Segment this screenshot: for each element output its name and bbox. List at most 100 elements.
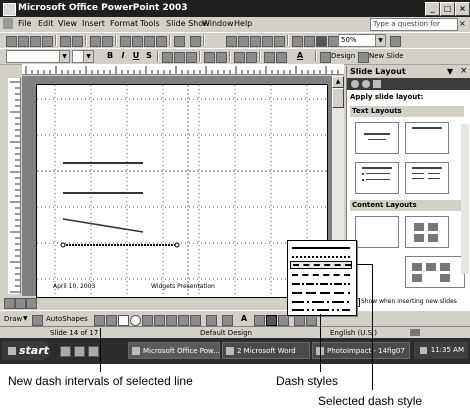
layout-content[interactable]	[405, 216, 449, 248]
layout-title-top[interactable]	[405, 122, 449, 154]
scroll-thumb[interactable]	[332, 88, 344, 108]
expand-all-icon[interactable]	[292, 36, 303, 47]
zoom-select[interactable]: 50% ▼	[338, 34, 386, 47]
oval-tool-icon[interactable]	[130, 315, 141, 326]
clip-art-icon[interactable]	[178, 315, 189, 326]
task-pane-scrollbar[interactable]	[461, 124, 469, 274]
decrease-indent-icon[interactable]	[264, 52, 275, 63]
menu-insert[interactable]: Insert	[82, 19, 105, 28]
line-color-icon[interactable]	[222, 315, 233, 326]
menu-tools[interactable]: Tools	[140, 19, 160, 28]
diagram-icon[interactable]	[274, 36, 285, 47]
layout-two-content[interactable]	[405, 256, 465, 288]
text-box-icon[interactable]	[142, 315, 153, 326]
menu-format[interactable]: Format	[110, 19, 138, 28]
layout-title-only[interactable]	[355, 122, 399, 154]
dash-style-solid[interactable]	[290, 244, 352, 252]
select-objects-icon[interactable]	[32, 315, 43, 326]
grid-icon[interactable]	[316, 36, 327, 47]
dash-style-icon[interactable]	[266, 315, 277, 326]
arrow-tool-icon[interactable]	[106, 315, 117, 326]
slide-sorter-icon[interactable]	[15, 298, 26, 309]
paste-icon[interactable]	[144, 36, 155, 47]
chevron-down-icon[interactable]: ▼	[59, 51, 69, 62]
new-slide-icon[interactable]	[358, 52, 369, 63]
chevron-down-icon[interactable]: ▼	[375, 35, 385, 46]
slide-canvas[interactable]: April 10, 2003 Widgets Presentation	[36, 84, 328, 298]
line-style-icon[interactable]	[254, 315, 265, 326]
spelling-icon[interactable]	[90, 36, 101, 47]
quick-launch-desktop-icon[interactable]	[74, 346, 85, 357]
insert-table-icon[interactable]	[238, 36, 249, 47]
chevron-down-icon[interactable]: ▼	[23, 315, 28, 322]
taskbar-item-powerpoint[interactable]: Microsoft Office Pow...	[128, 342, 220, 359]
research-icon[interactable]	[102, 36, 113, 47]
quick-launch-ie-icon[interactable]	[60, 346, 71, 357]
autoshapes-button[interactable]: AutoShapes	[46, 315, 88, 323]
layout-two-column[interactable]	[405, 162, 449, 194]
save-icon[interactable]	[30, 36, 41, 47]
align-left-icon[interactable]	[162, 52, 173, 63]
bullets-icon[interactable]	[216, 52, 227, 63]
font-size-select[interactable]: ▼	[72, 50, 94, 63]
arrow-style-icon[interactable]	[278, 315, 289, 326]
scroll-up-icon[interactable]: ▲	[332, 76, 344, 88]
menu-window[interactable]: Window	[202, 19, 234, 28]
angled-line[interactable]	[62, 218, 144, 233]
picture-icon[interactable]	[190, 315, 201, 326]
menu-file[interactable]: File	[18, 19, 31, 28]
design-icon[interactable]	[320, 52, 331, 63]
minimize-icon[interactable]: _	[425, 2, 440, 16]
wordart-icon[interactable]	[154, 315, 165, 326]
line-handle-start[interactable]	[60, 242, 66, 248]
permission-icon[interactable]	[42, 36, 53, 47]
tables-borders-icon[interactable]	[250, 36, 261, 47]
increase-font-icon[interactable]	[234, 52, 245, 63]
3d-style-icon[interactable]	[306, 315, 317, 326]
decrease-font-icon[interactable]	[246, 52, 257, 63]
chevron-down-icon[interactable]: ▼	[83, 51, 93, 62]
menu-help[interactable]: Help	[234, 19, 252, 28]
dash-style-long-dash-dot[interactable]	[290, 298, 352, 306]
open-icon[interactable]	[18, 36, 29, 47]
copy-icon[interactable]	[132, 36, 143, 47]
font-color-tool-icon[interactable]: A	[238, 314, 250, 324]
document-menu-icon[interactable]	[3, 18, 13, 29]
cut-icon[interactable]	[120, 36, 131, 47]
home-icon[interactable]	[373, 80, 381, 88]
dash-style-dash-dot[interactable]	[290, 280, 352, 288]
task-pane-menu-icon[interactable]: ▼	[447, 67, 453, 76]
dash-style-dash[interactable]	[290, 271, 352, 279]
forward-icon[interactable]	[362, 80, 370, 88]
start-button[interactable]: start	[2, 341, 50, 360]
line-tool-icon[interactable]	[94, 315, 105, 326]
design-button[interactable]: Design	[331, 52, 355, 60]
diagram-tool-icon[interactable]	[166, 315, 177, 326]
help-search-input[interactable]: Type a question for help	[370, 18, 458, 39]
help-icon[interactable]	[390, 36, 401, 47]
new-slide-button[interactable]: New Slide	[369, 52, 404, 60]
slide-show-icon[interactable]	[26, 298, 37, 309]
tray-icon[interactable]	[419, 346, 427, 354]
font-color-button[interactable]: A	[294, 51, 306, 61]
format-painter-icon[interactable]	[156, 36, 167, 47]
new-icon[interactable]	[6, 36, 17, 47]
print-preview-icon[interactable]	[72, 36, 83, 47]
shadow-style-icon[interactable]	[294, 315, 305, 326]
increase-indent-icon[interactable]	[276, 52, 287, 63]
dash-style-long-dash-dot-dot[interactable]	[290, 306, 352, 314]
line-handle-end[interactable]	[174, 242, 180, 248]
dash-style-long-dash[interactable]	[290, 289, 352, 297]
quick-launch-mail-icon[interactable]	[88, 346, 99, 357]
insert-chart-icon[interactable]	[226, 36, 237, 47]
close-document-icon[interactable]: ×	[459, 19, 466, 28]
shadow-button[interactable]: S	[143, 51, 155, 61]
layout-blank[interactable]	[355, 216, 399, 248]
layout-title-text[interactable]	[355, 162, 399, 194]
redo-icon[interactable]	[190, 36, 201, 47]
rectangle-tool-icon[interactable]	[118, 315, 129, 326]
font-select[interactable]: ▼	[6, 50, 70, 63]
taskbar-item-word[interactable]: 2 Microsoft Word	[222, 342, 310, 359]
taskbar-item-photoimpact[interactable]: PhotoImpact - 14fig07	[312, 342, 410, 359]
insert-picture-icon[interactable]	[262, 36, 273, 47]
